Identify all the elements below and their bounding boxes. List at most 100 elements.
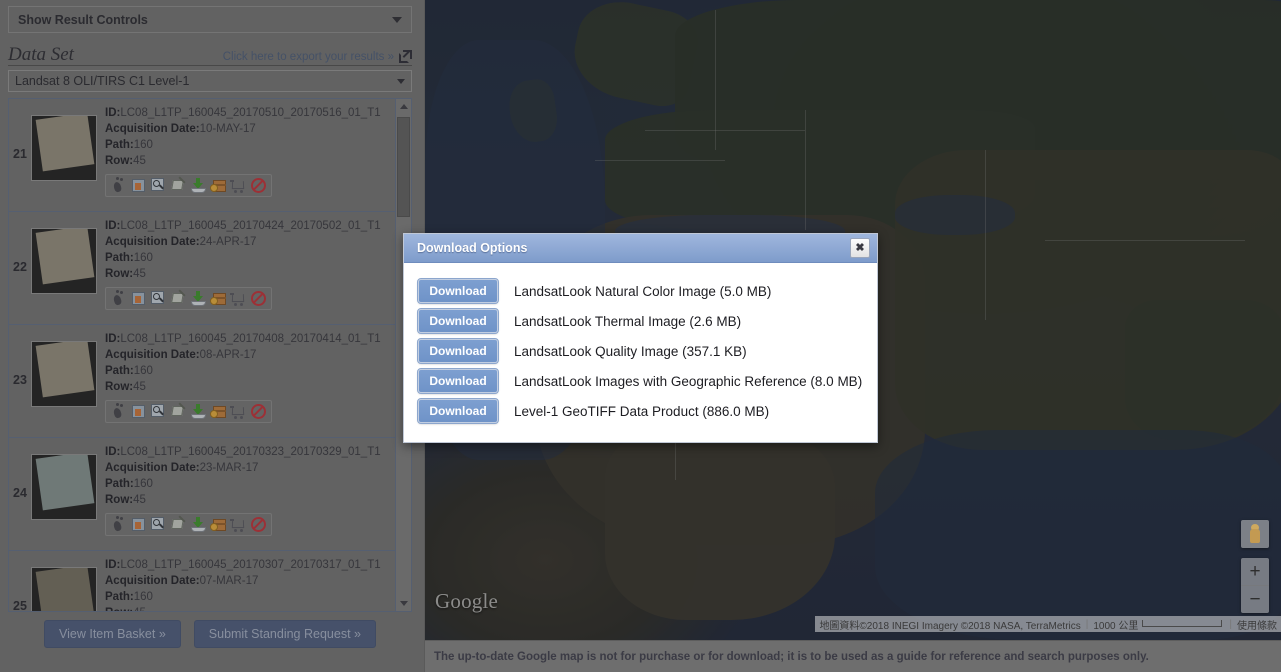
overlay-image-icon[interactable] [130, 516, 147, 533]
download-options-dialog[interactable]: Download Options ✖ Download LandsatLook N… [403, 233, 878, 443]
result-metadata: ID:LC08_L1TP_160045_20170323_20170329_01… [97, 438, 395, 538]
dataset-select[interactable]: Landsat 8 OLI/TIRS C1 Level-1 [8, 70, 412, 92]
country-border-2 [645, 130, 805, 131]
results-scroll-area[interactable]: 21 ID:LC08_L1TP_160045_20170510_20170516_… [9, 99, 395, 611]
exclude-icon[interactable] [250, 290, 267, 307]
dialog-body: Download LandsatLook Natural Color Image … [404, 263, 877, 442]
result-acquisition-date: Acquisition Date:08-APR-17 [105, 349, 257, 361]
download-icon[interactable] [190, 177, 207, 194]
result-action-toolbar[interactable] [105, 174, 272, 197]
show-result-controls-toggle[interactable]: Show Result Controls [8, 6, 412, 33]
map-zoom-controls[interactable]: + − [1241, 558, 1269, 613]
show-metadata-icon[interactable] [150, 516, 167, 533]
bulk-download-icon[interactable] [210, 177, 227, 194]
result-index: 25 [13, 599, 27, 611]
bulk-download-icon[interactable] [210, 516, 227, 533]
download-button[interactable]: Download [417, 368, 499, 394]
bulk-download-icon[interactable] [210, 403, 227, 420]
download-button[interactable]: Download [417, 278, 499, 304]
submit-standing-request-button[interactable]: Submit Standing Request » [193, 620, 376, 648]
result-item[interactable]: 22 ID:LC08_L1TP_160045_20170424_20170502_… [9, 212, 395, 325]
zoom-in-button[interactable]: + [1241, 558, 1269, 586]
compare-icon[interactable] [170, 515, 187, 533]
exclude-icon[interactable] [250, 403, 267, 420]
caret-up-icon [399, 104, 408, 109]
result-row: Row:45 [105, 268, 146, 280]
landmass-india [1125, 300, 1281, 440]
exclude-icon[interactable] [250, 177, 267, 194]
result-thumbnail[interactable] [31, 115, 97, 181]
dataset-header: Data Set Click here to export your resul… [8, 40, 412, 66]
compare-icon[interactable] [170, 176, 187, 194]
google-logo: Google [435, 589, 499, 613]
add-to-cart-icon[interactable] [230, 516, 247, 533]
result-action-toolbar[interactable] [105, 287, 272, 310]
scroll-up-button[interactable] [396, 99, 411, 114]
result-metadata: ID:LC08_L1TP_160045_20170424_20170502_01… [97, 212, 395, 312]
result-item[interactable]: 23 ID:LC08_L1TP_160045_20170408_20170414_… [9, 325, 395, 438]
exclude-icon[interactable] [250, 516, 267, 533]
result-thumbnail[interactable] [31, 228, 97, 294]
result-thumbnail[interactable] [31, 454, 97, 520]
close-icon[interactable]: ✖ [850, 238, 870, 258]
download-icon[interactable] [190, 403, 207, 420]
result-id: ID:LC08_L1TP_160045_20170424_20170502_01… [105, 220, 381, 232]
compare-icon[interactable] [170, 402, 187, 420]
country-border-9 [1045, 240, 1245, 241]
result-metadata: ID:LC08_L1TP_160045_20170510_20170516_01… [97, 99, 395, 199]
overlay-image-icon[interactable] [130, 290, 147, 307]
add-to-cart-icon[interactable] [230, 290, 247, 307]
map-terms-link[interactable]: 使用條款 [1237, 617, 1277, 632]
result-id: ID:LC08_L1TP_160045_20170510_20170516_01… [105, 107, 381, 119]
result-metadata: ID:LC08_L1TP_160045_20170307_20170317_01… [97, 551, 395, 611]
result-acquisition-date: Acquisition Date:10-MAY-17 [105, 123, 256, 135]
result-action-toolbar[interactable] [105, 400, 272, 423]
add-to-cart-icon[interactable] [230, 403, 247, 420]
compare-icon[interactable] [170, 289, 187, 307]
country-border-3 [805, 110, 806, 230]
show-metadata-icon[interactable] [150, 177, 167, 194]
show-metadata-icon[interactable] [150, 290, 167, 307]
bulk-download-icon[interactable] [210, 290, 227, 307]
download-icon[interactable] [190, 290, 207, 307]
result-row: Row:45 [105, 155, 146, 167]
dialog-titlebar[interactable]: Download Options ✖ [404, 234, 877, 263]
country-border-4 [595, 160, 725, 161]
zoom-out-button[interactable]: − [1241, 586, 1269, 613]
result-index: 21 [13, 147, 27, 161]
export-results-link[interactable]: Click here to export your results » [223, 51, 394, 63]
result-action-toolbar[interactable] [105, 513, 272, 536]
overlay-image-icon[interactable] [130, 403, 147, 420]
attrib-separator-2: | [1229, 618, 1232, 630]
footprint-icon[interactable] [110, 403, 127, 420]
result-thumbnail[interactable] [31, 341, 97, 407]
export-results-group[interactable]: Click here to export your results » [223, 50, 412, 65]
result-item[interactable]: 25 ID:LC08_L1TP_160045_20170307_20170317_… [9, 551, 395, 611]
show-metadata-icon[interactable] [150, 403, 167, 420]
result-index: 22 [13, 260, 27, 274]
view-item-basket-button[interactable]: View Item Basket » [44, 620, 181, 648]
footprint-icon[interactable] [110, 290, 127, 307]
map-attribution-bar: 地圖資料©2018 INEGI Imagery ©2018 NASA, Terr… [815, 616, 1281, 632]
map-scale-bar [1142, 620, 1223, 627]
street-view-pegman-icon[interactable] [1241, 520, 1269, 548]
result-item[interactable]: 21 ID:LC08_L1TP_160045_20170510_20170516_… [9, 99, 395, 212]
add-to-cart-icon[interactable] [230, 177, 247, 194]
scrollbar-thumb[interactable] [397, 117, 410, 217]
result-item[interactable]: 24 ID:LC08_L1TP_160045_20170323_20170329_… [9, 438, 395, 551]
result-thumbnail[interactable] [31, 567, 97, 611]
scroll-down-button[interactable] [396, 596, 411, 611]
footprint-icon[interactable] [110, 516, 127, 533]
download-icon[interactable] [190, 516, 207, 533]
result-id: ID:LC08_L1TP_160045_20170408_20170414_01… [105, 333, 381, 345]
download-button[interactable]: Download [417, 308, 499, 334]
download-button[interactable]: Download [417, 398, 499, 424]
result-acquisition-date: Acquisition Date:24-APR-17 [105, 236, 257, 248]
result-metadata: ID:LC08_L1TP_160045_20170408_20170414_01… [97, 325, 395, 425]
download-button[interactable]: Download [417, 338, 499, 364]
external-link-icon[interactable] [399, 50, 412, 63]
overlay-image-icon[interactable] [130, 177, 147, 194]
footprint-icon[interactable] [110, 177, 127, 194]
download-option-label: Level-1 GeoTIFF Data Product (886.0 MB) [514, 403, 770, 419]
results-list-container: 21 ID:LC08_L1TP_160045_20170510_20170516_… [8, 98, 412, 612]
